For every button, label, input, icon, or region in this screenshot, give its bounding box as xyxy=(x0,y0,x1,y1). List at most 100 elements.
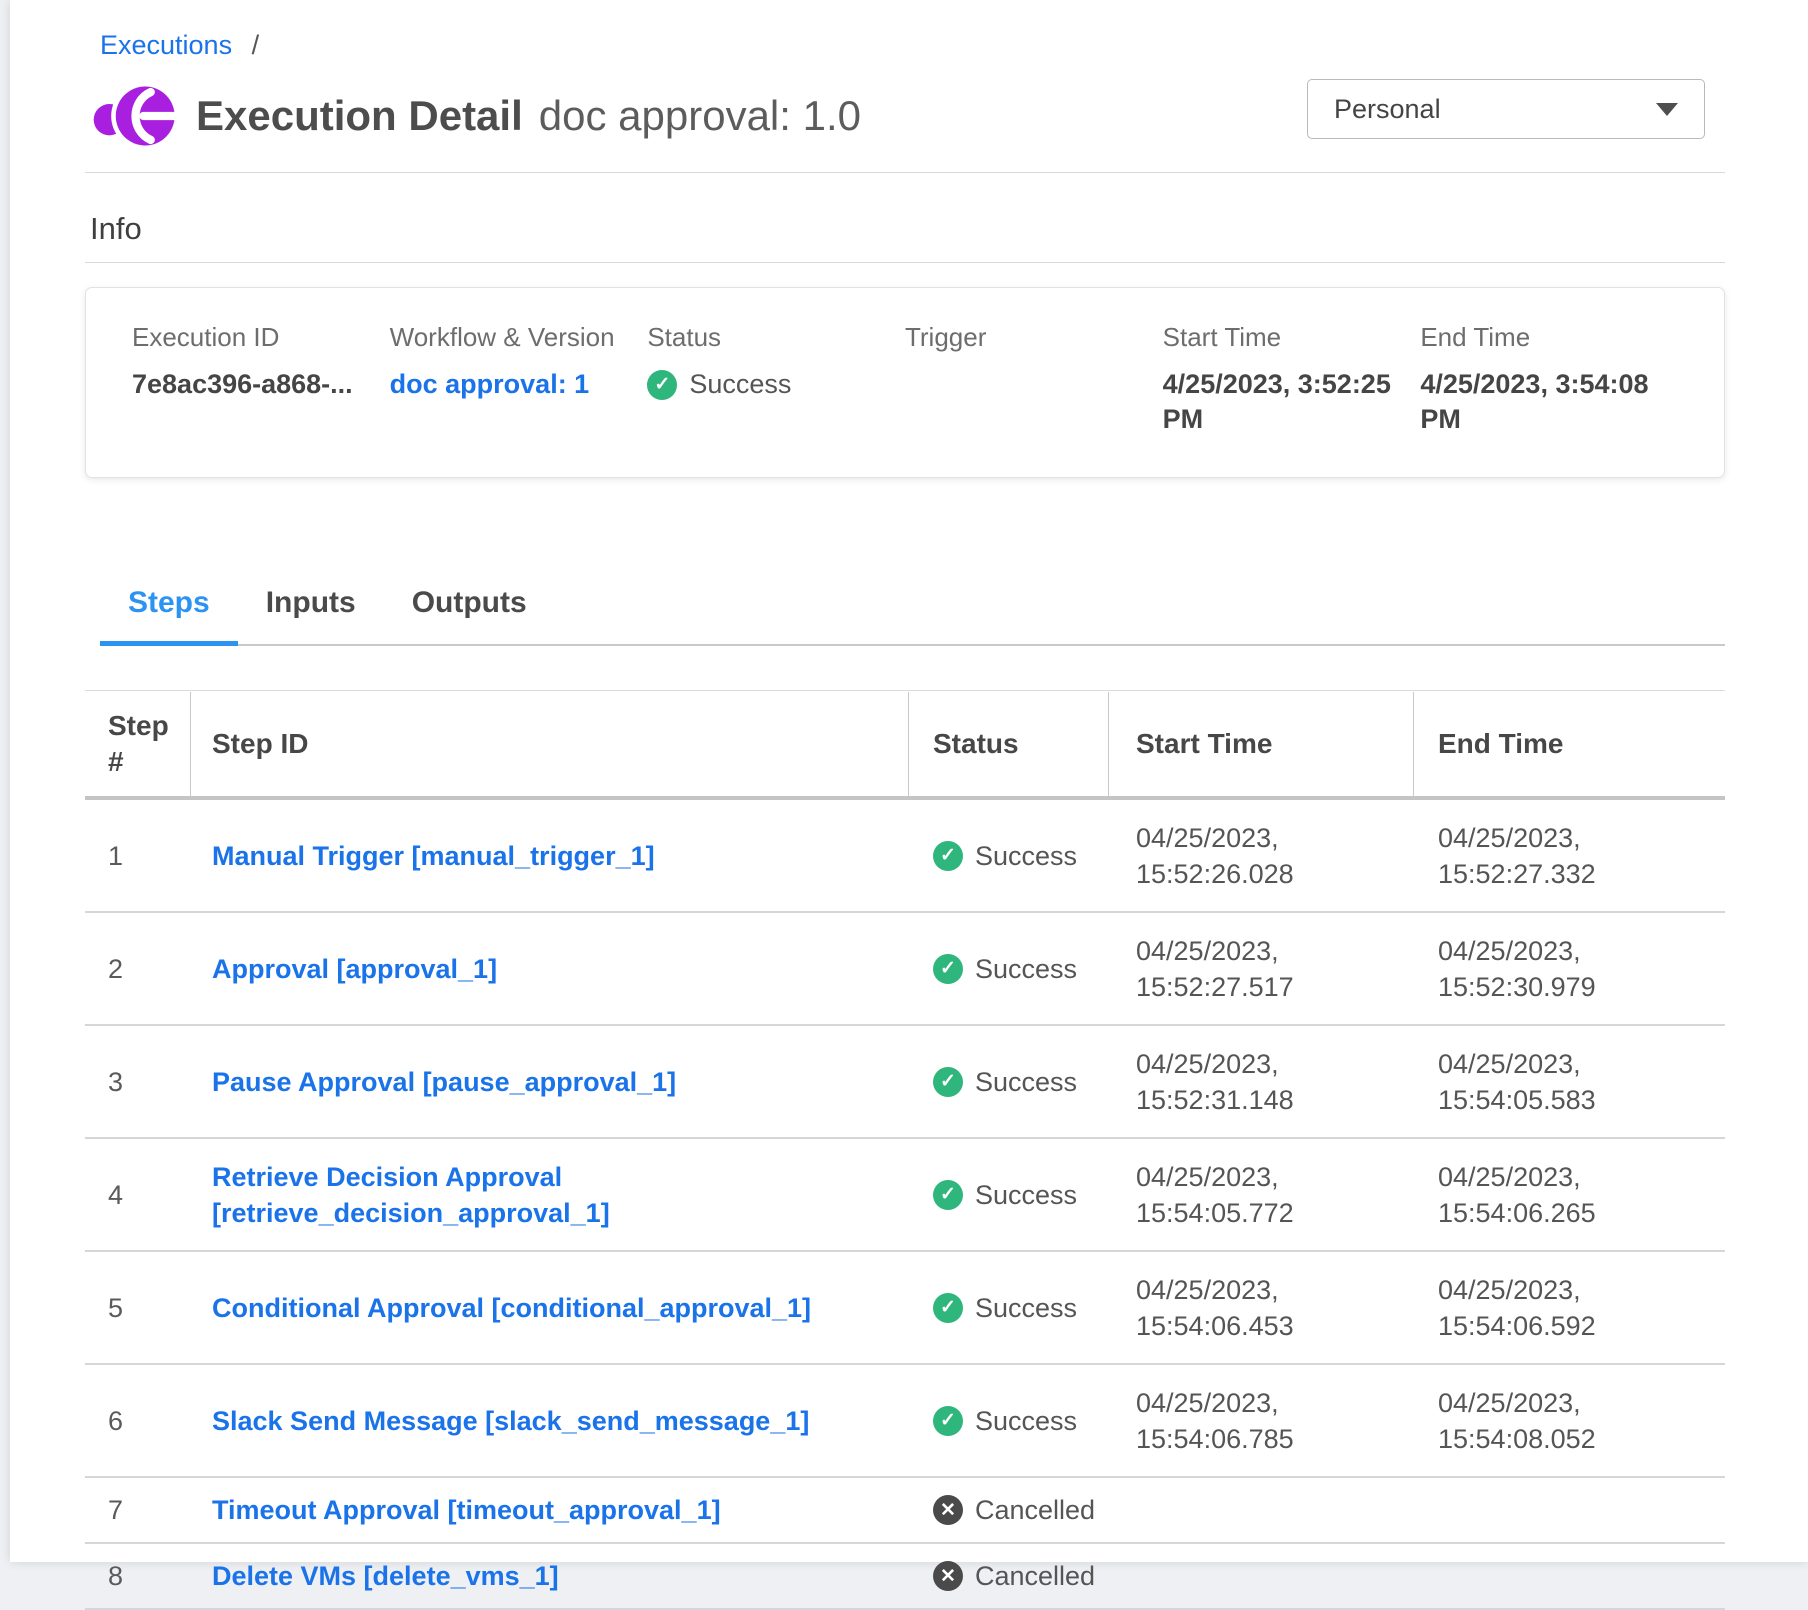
step-end-time: 04/25/2023, 15:52:30.979 xyxy=(1413,919,1683,1019)
step-id-cell: Approval [approval_1] xyxy=(190,937,880,1001)
step-end-time: 04/25/2023, 15:54:06.265 xyxy=(1413,1145,1683,1245)
step-id-link[interactable]: Conditional Approval [conditional_approv… xyxy=(212,1293,811,1323)
breadcrumb: Executions / xyxy=(100,0,1725,61)
step-start-time xyxy=(1108,1496,1378,1524)
workspace-selector-value: Personal xyxy=(1334,94,1441,125)
step-end-time xyxy=(1413,1562,1683,1590)
success-check-icon: ✓ xyxy=(647,370,677,400)
step-number: 8 xyxy=(85,1544,190,1608)
step-id-cell: Manual Trigger [manual_trigger_1] xyxy=(190,824,880,888)
step-start-time: 04/25/2023, 15:54:05.772 xyxy=(1108,1145,1378,1245)
step-start-time: 04/25/2023, 15:52:26.028 xyxy=(1108,806,1378,906)
step-id-cell: Timeout Approval [timeout_approval_1] xyxy=(190,1478,880,1542)
step-id-link[interactable]: Slack Send Message [slack_send_message_1… xyxy=(212,1406,809,1436)
table-row: 8 Delete VMs [delete_vms_1] ✕ Cancelled xyxy=(85,1544,1725,1610)
info-field-trigger: Trigger xyxy=(905,322,1163,437)
table-row: 4 Retrieve Decision Approval [retrieve_de… xyxy=(85,1139,1725,1252)
info-field-execution-id: Execution ID 7e8ac396-a868-... xyxy=(132,322,390,437)
step-id-link[interactable]: Manual Trigger [manual_trigger_1] xyxy=(212,841,655,871)
title-divider xyxy=(85,172,1725,173)
col-header-step-number: Step # xyxy=(85,698,190,790)
steps-table: Step # Step ID Status Start Time End Tim… xyxy=(85,690,1725,1610)
status-text: Success xyxy=(975,1290,1077,1326)
step-id-link[interactable]: Pause Approval [pause_approval_1] xyxy=(212,1067,676,1097)
step-number: 5 xyxy=(85,1276,190,1340)
col-header-step-id: Step ID xyxy=(190,716,908,772)
steps-table-body: 1 Manual Trigger [manual_trigger_1] ✓ Succe… xyxy=(85,800,1725,1610)
step-id-cell: Pause Approval [pause_approval_1] xyxy=(190,1050,880,1114)
step-start-time xyxy=(1108,1562,1378,1590)
info-section-title: Info xyxy=(90,211,1725,247)
status-text: Success xyxy=(689,367,791,402)
breadcrumb-executions-link[interactable]: Executions xyxy=(100,30,232,60)
step-end-time xyxy=(1413,1496,1683,1524)
step-status: ✓Success xyxy=(908,937,1108,1001)
execution-status: ✓ Success xyxy=(647,367,895,402)
tab-bar: Steps Inputs Outputs xyxy=(100,586,1725,646)
step-number: 1 xyxy=(85,824,190,888)
step-start-time: 04/25/2023, 15:52:31.148 xyxy=(1108,1032,1378,1132)
step-status: ✓Success xyxy=(908,1163,1108,1227)
status-text: Success xyxy=(975,951,1077,987)
step-end-time: 04/25/2023, 15:52:27.332 xyxy=(1413,806,1683,906)
status-text: Cancelled xyxy=(975,1558,1095,1594)
breadcrumb-separator: / xyxy=(252,30,260,60)
step-status: ✕ Cancelled xyxy=(908,1544,1108,1608)
step-id-link[interactable]: Approval [approval_1] xyxy=(212,954,497,984)
workflow-version-link[interactable]: doc approval: 1 xyxy=(390,367,638,402)
step-id-link[interactable]: Timeout Approval [timeout_approval_1] xyxy=(212,1495,721,1525)
success-check-icon: ✓ xyxy=(933,1406,963,1436)
step-end-time: 04/25/2023, 15:54:08.052 xyxy=(1413,1371,1683,1471)
step-id-cell: Slack Send Message [slack_send_message_1… xyxy=(190,1389,880,1453)
page-title: Execution Detail xyxy=(196,92,523,140)
workflow-brand-icon xyxy=(90,77,182,155)
page-subtitle: doc approval: 1.0 xyxy=(539,92,861,140)
step-status: ✓ Success xyxy=(908,1389,1108,1453)
status-text: Success xyxy=(975,1403,1077,1439)
step-number: 3 xyxy=(85,1050,190,1114)
status-text: Success xyxy=(975,838,1077,874)
step-id-link[interactable]: Delete VMs [delete_vms_1] xyxy=(212,1561,559,1591)
table-row: 1 Manual Trigger [manual_trigger_1] ✓ Succe… xyxy=(85,800,1725,913)
step-number: 4 xyxy=(85,1163,190,1227)
cancelled-x-icon: ✕ xyxy=(933,1561,963,1591)
col-header-start-time: Start Time xyxy=(1108,716,1413,772)
info-field-end-time: End Time 4/25/2023, 3:54:08 PM xyxy=(1420,322,1678,437)
status-text: Success xyxy=(975,1064,1077,1100)
step-id-cell: Retrieve Decision Approval [retrieve_dec… xyxy=(190,1145,880,1245)
title-row: Execution Detail doc approval: 1.0 Perso… xyxy=(90,77,1725,155)
tab-outputs[interactable]: Outputs xyxy=(384,586,555,646)
info-field-start-time: Start Time 4/25/2023, 3:52:25 PM xyxy=(1163,322,1421,437)
step-status: ✕Cancelled xyxy=(908,1478,1108,1542)
info-label: Workflow & Version xyxy=(390,322,638,353)
success-check-icon: ✓ xyxy=(933,1293,963,1323)
step-number: 2 xyxy=(85,937,190,1001)
execution-id-value: 7e8ac396-a868-... xyxy=(132,367,380,402)
end-time-value: 4/25/2023, 3:54:08 PM xyxy=(1420,367,1668,437)
info-label: Status xyxy=(647,322,895,353)
workspace-selector[interactable]: Personal xyxy=(1307,79,1705,139)
success-check-icon: ✓ xyxy=(933,841,963,871)
info-label: End Time xyxy=(1420,322,1668,353)
step-status: ✓ Success xyxy=(908,824,1108,888)
info-card: Execution ID 7e8ac396-a868-... Workflow … xyxy=(85,287,1725,478)
status-text: Cancelled xyxy=(975,1492,1095,1528)
info-field-status: Status ✓ Success xyxy=(647,322,905,437)
step-status: ✓ Success xyxy=(908,1276,1108,1340)
step-start-time: 04/25/2023, 15:52:27.517 xyxy=(1108,919,1378,1019)
tab-inputs[interactable]: Inputs xyxy=(238,586,384,646)
step-id-link[interactable]: Retrieve Decision Approval [retrieve_dec… xyxy=(212,1162,610,1228)
step-end-time: 04/25/2023, 15:54:06.592 xyxy=(1413,1258,1683,1358)
step-start-time: 04/25/2023, 15:54:06.785 xyxy=(1108,1371,1378,1471)
info-divider xyxy=(85,262,1725,263)
chevron-down-icon xyxy=(1656,103,1678,116)
steps-table-header: Step # Step ID Status Start Time End Tim… xyxy=(85,690,1725,800)
col-header-end-time: End Time xyxy=(1413,716,1725,772)
tab-steps[interactable]: Steps xyxy=(100,586,238,646)
step-id-cell: Delete VMs [delete_vms_1] xyxy=(190,1544,880,1608)
table-row: 6Slack Send Message [slack_send_message_… xyxy=(85,1365,1725,1478)
status-text: Success xyxy=(975,1177,1077,1213)
table-row: 2Approval [approval_1]✓Success04/25/2023… xyxy=(85,913,1725,1026)
success-check-icon: ✓ xyxy=(933,1067,963,1097)
info-label: Execution ID xyxy=(132,322,380,353)
